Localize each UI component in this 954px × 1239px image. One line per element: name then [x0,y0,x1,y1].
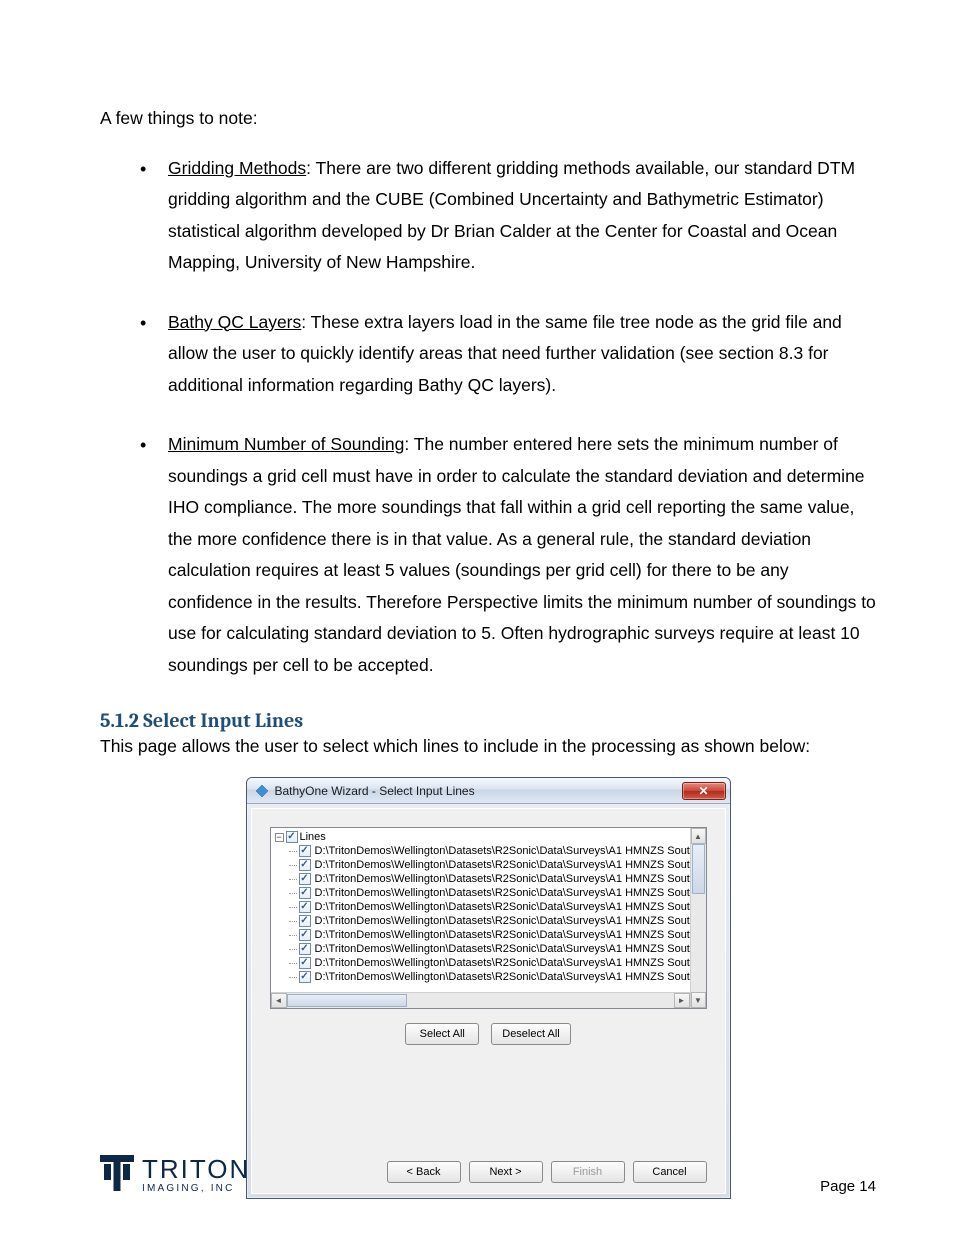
select-all-button[interactable]: Select All [405,1023,479,1045]
checkbox[interactable]: ✓ [299,971,311,983]
tree-line-item[interactable]: ✓ D:\TritonDemos\Wellington\Datasets\R2So… [289,970,690,984]
page-number: Page 14 [820,1178,876,1195]
brand-subtitle: IMAGING, INC [142,1184,250,1194]
lines-tree[interactable]: − ✓ Lines ✓ D:\TritonDemos\Wellington\Dat… [270,827,707,1009]
close-button[interactable]: ✕ [682,782,726,800]
line-path: D:\TritonDemos\Wellington\Datasets\R2Son… [315,858,690,872]
checkbox[interactable]: ✓ [299,845,311,857]
tree-line-item[interactable]: ✓ D:\TritonDemos\Wellington\Datasets\R2So… [289,942,690,956]
checkbox[interactable]: ✓ [299,957,311,969]
bullet-gridding-methods: Gridding Methods: There are two differen… [140,153,876,279]
wizard-dialog: BathyOne Wizard - Select Input Lines ✕ −… [246,777,731,1199]
close-icon: ✕ [698,784,708,798]
notes-list: Gridding Methods: There are two differen… [100,153,876,682]
bullet-body: : The number entered here sets the minim… [168,434,876,675]
scroll-hthumb[interactable] [287,994,407,1007]
line-path: D:\TritonDemos\Wellington\Datasets\R2Son… [315,928,690,942]
collapse-icon[interactable]: − [275,833,284,842]
line-path: D:\TritonDemos\Wellington\Datasets\R2Son… [315,844,690,858]
tree-line-item[interactable]: ✓ D:\TritonDemos\Wellington\Datasets\R2So… [289,914,690,928]
app-icon [255,784,269,798]
checkbox[interactable]: ✓ [299,943,311,955]
checkbox[interactable]: ✓ [299,929,311,941]
tree-line-item[interactable]: ✓ D:\TritonDemos\Wellington\Datasets\R2So… [289,844,690,858]
tree-line-item[interactable]: ✓ D:\TritonDemos\Wellington\Datasets\R2So… [289,928,690,942]
brand-name: TRITON [142,1156,250,1182]
tree-root-label: Lines [300,830,326,844]
line-path: D:\TritonDemos\Wellington\Datasets\R2Son… [315,872,690,886]
tree-line-item[interactable]: ✓ D:\TritonDemos\Wellington\Datasets\R2So… [289,858,690,872]
scroll-left-icon[interactable]: ◄ [271,993,287,1008]
checkbox[interactable]: ✓ [299,901,311,913]
line-path: D:\TritonDemos\Wellington\Datasets\R2Son… [315,942,690,956]
checkbox[interactable]: ✓ [299,873,311,885]
line-path: D:\TritonDemos\Wellington\Datasets\R2Son… [315,914,690,928]
bullet-minimum-number-sounding: Minimum Number of Sounding: The number e… [140,429,876,681]
line-path: D:\TritonDemos\Wellington\Datasets\R2Son… [315,886,690,900]
dialog-title: BathyOne Wizard - Select Input Lines [275,784,475,798]
checkbox[interactable]: ✓ [299,887,311,899]
checkbox[interactable]: ✓ [286,831,298,843]
vertical-scrollbar[interactable]: ▲ ▼ [690,828,706,1008]
checkbox[interactable]: ✓ [299,859,311,871]
tree-line-item[interactable]: ✓ D:\TritonDemos\Wellington\Datasets\R2So… [289,886,690,900]
brand-logo: TRITON IMAGING, INC [100,1155,250,1195]
bullet-label: Gridding Methods [168,158,306,178]
dialog-titlebar[interactable]: BathyOne Wizard - Select Input Lines ✕ [247,778,730,804]
bullet-label: Minimum Number of Sounding [168,434,404,454]
section-heading: 5.1.2 Select Input Lines [100,709,876,732]
intro-text: A few things to note: [100,108,876,129]
bullet-bathy-qc-layers: Bathy QC Layers: These extra layers load… [140,307,876,402]
line-path: D:\TritonDemos\Wellington\Datasets\R2Son… [315,900,690,914]
horizontal-scrollbar[interactable]: ◄ ► [271,992,690,1008]
scroll-down-icon[interactable]: ▼ [691,992,706,1008]
scroll-up-icon[interactable]: ▲ [691,828,706,844]
deselect-all-button[interactable]: Deselect All [491,1023,570,1045]
line-path: D:\TritonDemos\Wellington\Datasets\R2Son… [315,956,690,970]
tree-line-item[interactable]: ✓ D:\TritonDemos\Wellington\Datasets\R2So… [289,872,690,886]
checkbox[interactable]: ✓ [299,915,311,927]
tree-root-node[interactable]: − ✓ Lines [275,830,690,844]
scroll-right-icon[interactable]: ► [674,993,690,1008]
section-intro: This page allows the user to select whic… [100,736,876,757]
scroll-thumb[interactable] [692,844,705,894]
tree-line-item[interactable]: ✓ D:\TritonDemos\Wellington\Datasets\R2So… [289,956,690,970]
line-path: D:\TritonDemos\Wellington\Datasets\R2Son… [315,970,690,984]
bullet-label: Bathy QC Layers [168,312,301,332]
logo-icon [100,1155,134,1195]
tree-line-item[interactable]: ✓ D:\TritonDemos\Wellington\Datasets\R2So… [289,900,690,914]
